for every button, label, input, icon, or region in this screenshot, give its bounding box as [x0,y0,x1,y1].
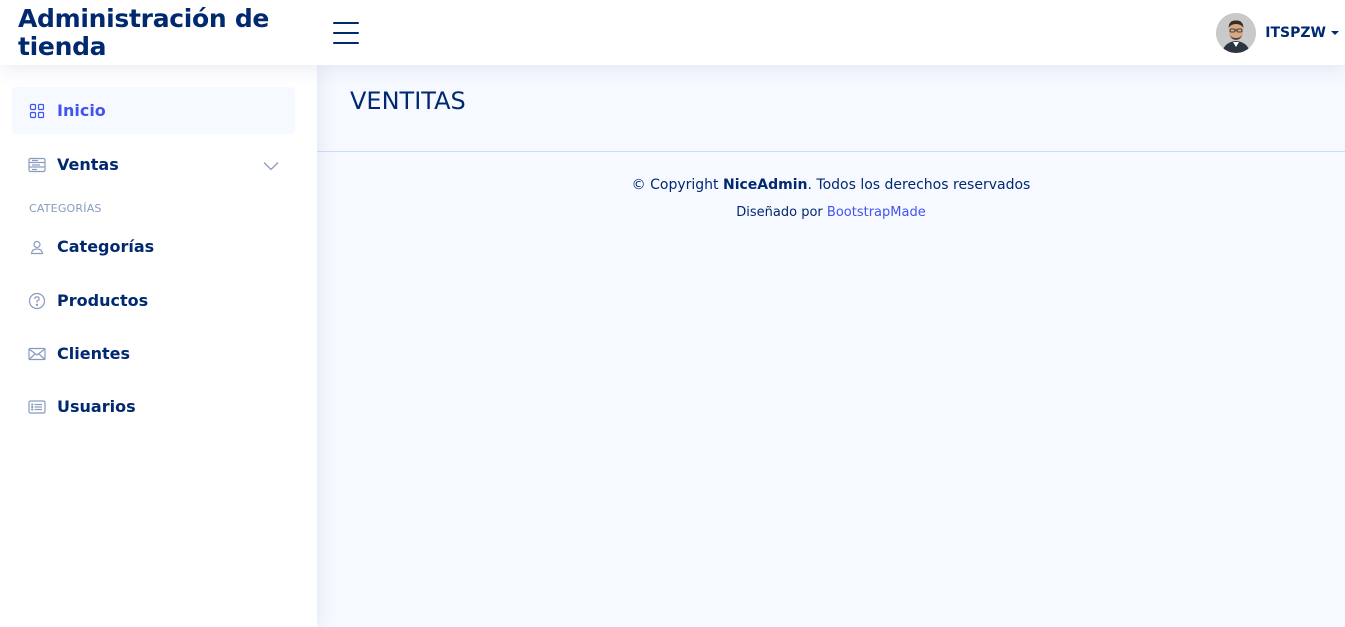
profile-name: ITSPZW [1265,25,1326,41]
sidebar-item-label: Clientes [57,344,130,363]
main-content: VENTITAS © Copyright NiceAdmin. Todos lo… [317,65,1345,627]
copyright-suffix: . Todos los derechos reservados [807,177,1031,193]
sidebar-item-categorias[interactable]: Categorías [12,223,295,270]
copyright-text: © Copyright NiceAdmin. Todos los derecho… [317,177,1345,193]
hamburger-icon-bar [333,22,359,24]
sidebar-item-label: Inicio [57,101,106,120]
copyright-brand: NiceAdmin [722,177,808,193]
page-title: VENTITAS [350,87,466,115]
sidebar-item-label: Usuarios [57,397,136,416]
sidebar-item-label: Productos [57,291,149,310]
top-header: Administración de tienda ITSPZW [0,0,1345,65]
person-icon [28,238,46,256]
profile-dropdown[interactable]: ITSPZW [1216,13,1339,53]
bootstrapmade-link[interactable]: BootstrapMade [827,205,926,220]
chevron-down-icon [263,156,279,175]
sidebar-item-inicio[interactable]: Inicio [12,87,295,134]
envelope-icon [28,345,46,363]
card-list-icon [28,398,46,416]
sidebar-item-label: Categorías [57,237,155,256]
credits-prefix: Diseñado por [736,205,827,220]
grid-icon [28,102,46,120]
hamburger-icon-bar [333,42,359,44]
layout-text-icon [28,156,46,174]
footer-divider [317,151,1345,152]
sidebar-item-label: Ventas [57,155,119,174]
question-circle-icon [28,292,46,310]
sidebar: Inicio Ventas CATEGORÍAS Categorías Prod… [0,65,317,627]
sidebar-item-usuarios[interactable]: Usuarios [12,383,295,430]
sidebar-item-ventas[interactable]: Ventas [12,141,295,188]
sidebar-section-heading: CATEGORÍAS [29,202,102,215]
avatar [1216,13,1257,53]
app-logo[interactable]: Administración de tienda [18,5,288,61]
sidebar-toggle-button[interactable] [333,22,359,44]
credits-text: Diseñado por BootstrapMade [317,205,1345,220]
sidebar-item-clientes[interactable]: Clientes [12,330,295,377]
copyright-prefix: © Copyright [631,177,723,193]
sidebar-item-productos[interactable]: Productos [12,277,295,324]
avatar-image [1216,13,1257,53]
hamburger-icon-bar [333,32,359,34]
caret-down-icon [1331,31,1339,35]
